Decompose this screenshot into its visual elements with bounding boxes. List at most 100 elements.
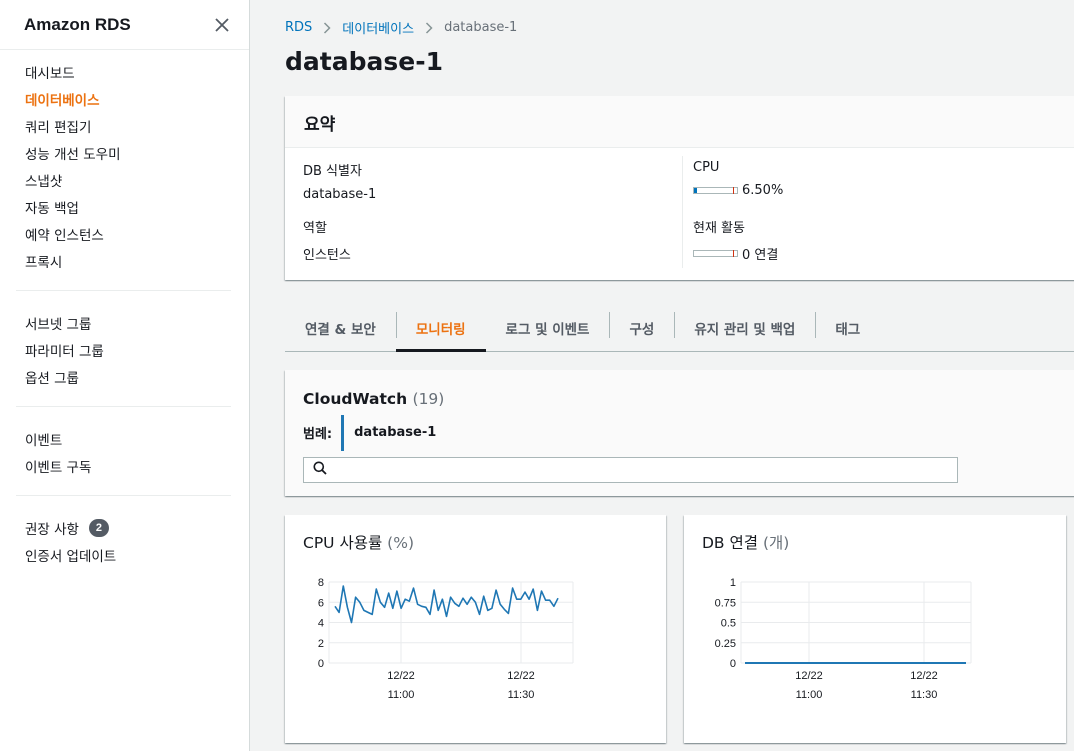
sidebar-divider [16,406,231,407]
y-tick-label: 4 [318,618,324,630]
metric-search [303,457,958,483]
db-connections-chart[interactable]: 1 0.75 0.5 0.25 0 12/22 11:00 12/22 11:30 [684,567,1066,737]
y-tick-label: 1 [730,577,736,589]
sidebar-item[interactable]: 쿼리 편집기 [0,112,249,139]
sidebar-item[interactable]: 대시보드 [0,58,249,85]
sidebar-group: 서브넷 그룹파라미터 그룹옵션 그룹 [0,301,249,400]
chevron-right-icon [323,21,331,34]
sidebar-divider [16,290,231,291]
y-tick-label: 0.5 [721,618,736,630]
cpu-card-title: CPU 사용률 (%) [303,531,648,553]
tab[interactable]: 연결 & 보안 [285,305,396,351]
sidebar-item[interactable]: 서브넷 그룹 [0,309,249,336]
sidebar-item[interactable]: 인증서 업데이트 [0,541,249,568]
sidebar-item[interactable]: 스냅샷 [0,166,249,193]
activity-value: 0 연결 [742,248,779,263]
page-title: database-1 [285,47,443,76]
cloudwatch-count: (19) [412,390,445,408]
current-activity: 현재 활동 0 연결 [693,217,778,263]
sidebar-item[interactable]: 예약 인스턴스 [0,220,249,247]
search-input[interactable] [333,462,957,478]
role-label: 역할 [303,221,327,236]
sidebar-item-label: 이벤트 [25,432,63,449]
series-line [334,585,559,624]
cpu-meter-threshold [733,187,734,194]
x-tick-label: 12/22 [507,670,535,682]
cpu-meter-fill [694,188,697,193]
y-tick-label: 0 [730,658,736,670]
breadcrumb-link-rds[interactable]: RDS [285,20,312,35]
cpu-utilization-chart[interactable]: 8 6 4 2 0 12/22 11:00 12/22 11:30 [285,567,666,737]
notification-badge: 2 [88,518,109,537]
sidebar-item-label: 예약 인스턴스 [25,227,104,244]
sidebar-item[interactable]: 이벤트 [0,425,249,452]
db-card-unit: (개) [762,534,790,552]
sidebar-item-label: 이벤트 구독 [25,459,92,476]
sidebar-nav: 대시보드데이터베이스쿼리 편집기성능 개선 도우미스냅샷자동 백업예약 인스턴스… [0,50,249,578]
db-identifier: DB 식별자 database-1 [303,160,376,202]
x-tick-label: 12/22 [795,670,823,682]
role: 역할 인스턴스 [303,217,351,263]
summary-body: DB 식별자 database-1 역할 인스턴스 CPU 6.50% 현재 활… [285,148,1074,280]
y-tick-label: 0.25 [715,638,736,650]
sidebar-item-label: 권장 사항 [25,521,79,538]
x-tick-label: 11:30 [508,689,535,701]
cpu-utilization-card: CPU 사용률 (%) 8 6 4 2 0 12/22 11:00 12/22 11:30 [285,515,666,743]
sidebar-item-label: 프록시 [25,254,63,271]
legend: 범례: database-1 [303,414,1067,451]
x-tick-label: 11:30 [911,689,938,701]
tab[interactable]: 구성 [609,305,674,351]
sidebar-item-label: 인증서 업데이트 [25,548,117,565]
sidebar-item-label: 쿼리 편집기 [25,119,92,136]
sidebar-divider [16,495,231,496]
db-identifier-value: database-1 [303,187,377,202]
activity-meter-threshold [733,250,734,257]
tab[interactable]: 로그 및 이벤트 [486,305,610,351]
db-card-title-text: DB 연결 [702,534,759,552]
cloudwatch-panel: CloudWatch (19) 범례: database-1 [285,370,1074,496]
sidebar: Amazon RDS 대시보드데이터베이스쿼리 편집기성능 개선 도우미스냅샷자… [0,0,250,751]
cpu-meter-row: 6.50% [693,183,783,198]
close-icon[interactable] [215,17,229,32]
sidebar-item[interactable]: 옵션 그룹 [0,363,249,390]
cpu-meter [693,187,738,194]
legend-color-swatch [341,414,345,451]
x-tick-label: 12/22 [387,670,415,682]
sidebar-item[interactable]: 성능 개선 도우미 [0,139,249,166]
legend-item[interactable]: database-1 [354,425,436,440]
sidebar-item[interactable]: 자동 백업 [0,193,249,220]
sidebar-item-label: 옵션 그룹 [25,370,79,387]
sidebar-item[interactable]: 권장 사항 2 [0,514,249,541]
sidebar-item-label: 파라미터 그룹 [25,343,104,360]
sidebar-item[interactable]: 이벤트 구독 [0,452,249,479]
sidebar-item-label: 성능 개선 도우미 [25,146,121,163]
cpu-label: CPU [693,160,720,175]
summary-panel: 요약 DB 식별자 database-1 역할 인스턴스 CPU 6.50% 현… [285,96,1074,280]
sidebar-item[interactable]: 프록시 [0,247,249,274]
legend-label: 범례: [303,427,333,442]
sidebar-header: Amazon RDS [0,0,249,50]
sidebar-item-label: 데이터베이스 [25,92,100,109]
sidebar-group: 권장 사항 2 인증서 업데이트 [0,506,249,578]
sidebar-item-label: 대시보드 [25,65,75,82]
y-tick-label: 2 [318,638,324,650]
sidebar-item[interactable]: 데이터베이스 [0,85,249,112]
detail-tabs: 연결 & 보안 모니터링 로그 및 이벤트 구성 유지 관리 및 백업 태그 [285,305,1074,352]
sidebar-group: 이벤트이벤트 구독 [0,417,249,489]
role-value: 인스턴스 [303,248,351,263]
tab[interactable]: 유지 관리 및 백업 [674,305,815,351]
x-tick-label: 12/22 [910,670,938,682]
chevron-right-icon [425,21,433,34]
tab[interactable]: 태그 [815,305,880,351]
sidebar-item-label: 스냅샷 [25,173,63,190]
sidebar-item[interactable]: 파라미터 그룹 [0,336,249,363]
search-icon [313,461,327,480]
y-tick-label: 6 [318,597,324,609]
sidebar-item-label: 서브넷 그룹 [25,316,92,333]
cloudwatch-title: CloudWatch (19) [303,390,1067,408]
sidebar-group: 대시보드데이터베이스쿼리 편집기성능 개선 도우미스냅샷자동 백업예약 인스턴스… [0,50,249,284]
tab[interactable]: 모니터링 [395,305,486,352]
breadcrumb-link-databases[interactable]: 데이터베이스 [342,18,414,37]
db-identifier-label: DB 식별자 [303,164,362,179]
y-tick-label: 0 [318,658,324,670]
